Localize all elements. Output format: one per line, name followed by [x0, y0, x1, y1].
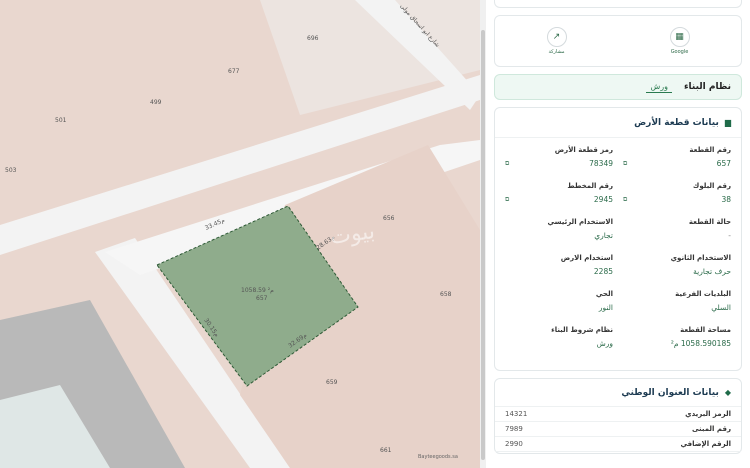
- address-card: ◆ بيانات العنوان الوطني الرمز البريدي 143…: [494, 378, 742, 454]
- field-label: البلديات الفرعية: [675, 290, 731, 298]
- field-label: نظام شروط البناء: [551, 326, 613, 334]
- field-label: رقم القطعة: [689, 146, 731, 154]
- field-value: ورش: [596, 339, 613, 348]
- field-label: الاستخدام الثانوي: [670, 254, 731, 262]
- field-value: 78349: [589, 159, 613, 168]
- land-field: نظام شروط البناء ورش: [505, 324, 613, 360]
- parcel-label: 499: [150, 99, 162, 106]
- field-value-row: 657 ⧉: [623, 156, 731, 172]
- field-value: تجاري: [594, 231, 613, 240]
- land-field: الاستخدام الرئيسي تجاري: [505, 216, 613, 252]
- field-label: مساحة القطعة: [680, 326, 731, 334]
- field-label: حالة القطعة: [688, 218, 731, 226]
- info-panel: ▦ Google ↗ مشاركة نظام البناء ورش ▆ بيان…: [486, 0, 750, 468]
- previous-card: [494, 0, 742, 8]
- field-value-row: ورش: [505, 336, 613, 352]
- parcel-label: 661: [380, 447, 392, 454]
- share-label: مشاركة: [548, 49, 565, 55]
- address-header: ◆ بيانات العنوان الوطني: [495, 379, 741, 407]
- address-row: الرقم الإضافي 2990: [495, 437, 741, 452]
- land-field: مساحة القطعة 1058.590185 م²: [623, 324, 731, 360]
- address-rows: الرمز البريدي 14321 رقم المبنى 7989 الرقم ال…: [495, 407, 741, 452]
- field-label: رمز قطعة الأرض: [554, 146, 613, 154]
- google-maps-button[interactable]: ▦ Google: [669, 27, 690, 55]
- map-view[interactable]: شارع ابو اسحاق مولى 696 677 499 501 503 …: [0, 0, 480, 468]
- field-value: 2945: [593, 195, 613, 204]
- field-value: 657: [716, 159, 731, 168]
- map-attribution: Bayteegoods.sa: [418, 454, 458, 460]
- build-system-title: نظام البناء: [683, 82, 731, 92]
- parcel-label: 659: [326, 379, 338, 386]
- field-value: النور: [598, 303, 613, 312]
- land-field: رقم البلوك 38 ⧉: [623, 180, 731, 216]
- share-icon: ↗: [546, 27, 567, 47]
- parcel-label: 677: [228, 68, 240, 75]
- build-system-value[interactable]: ورش: [646, 82, 672, 93]
- parcel-label: 658: [440, 291, 452, 298]
- parcel-label: 503: [5, 167, 17, 174]
- copy-icon[interactable]: ⧉: [623, 192, 627, 208]
- field-label: استخدام الارض: [560, 254, 613, 262]
- scrollbar-thumb[interactable]: [481, 30, 485, 460]
- copy-icon[interactable]: ⧉: [505, 192, 509, 208]
- address-label: الرمز البريدي: [685, 410, 731, 418]
- field-value-row: 1058.590185 م²: [623, 336, 731, 352]
- map-canvas[interactable]: شارع ابو اسحاق مولى 696 677 499 501 503 …: [0, 0, 480, 468]
- address-value: 2990: [505, 440, 523, 448]
- field-value-row: تجاري: [505, 228, 613, 244]
- field-label: الحي: [595, 290, 613, 298]
- parcel-label: 696: [307, 35, 319, 42]
- parcel-id-label: 657: [256, 295, 268, 302]
- field-label: الاستخدام الرئيسي: [547, 218, 613, 226]
- land-data-grid: رقم القطعة 657 ⧉ رمز قطعة الأرض 78349 ⧉ رقم ال…: [495, 138, 741, 360]
- field-value: 38: [721, 195, 731, 204]
- address-label: رقم المبنى: [691, 425, 731, 433]
- land-field: رمز قطعة الأرض 78349 ⧉: [505, 144, 613, 180]
- land-field: استخدام الارض 2285: [505, 252, 613, 288]
- field-value: السلي: [711, 303, 731, 312]
- land-data-title: بيانات قطعة الأرض: [634, 117, 719, 128]
- field-value: حرف تجارية: [693, 267, 731, 276]
- tag-icon: ◆: [724, 388, 731, 397]
- parcel-label: 501: [55, 117, 67, 124]
- build-system-card: نظام البناء ورش: [494, 74, 742, 100]
- land-field: الحي النور: [505, 288, 613, 324]
- field-value: 1058.590185 م²: [670, 339, 731, 348]
- land-field: رقم القطعة 657 ⧉: [623, 144, 731, 180]
- field-label: رقم المخطط: [567, 182, 613, 190]
- land-field: الاستخدام الثانوي حرف تجارية: [623, 252, 731, 288]
- field-value-row: 78349 ⧉: [505, 156, 613, 172]
- share-button[interactable]: ↗ مشاركة: [546, 27, 567, 55]
- field-value-row: -: [623, 228, 731, 244]
- copy-icon[interactable]: ⧉: [505, 156, 509, 172]
- copy-icon[interactable]: ⧉: [623, 156, 627, 172]
- land-data-card: ▆ بيانات قطعة الأرض رقم القطعة 657 ⧉ رمز قط…: [494, 107, 742, 371]
- field-value: 2285: [593, 267, 613, 276]
- field-value-row: النور: [505, 300, 613, 316]
- map-icon: ▆: [724, 118, 731, 127]
- address-value: 14321: [505, 410, 528, 418]
- address-title: بيانات العنوان الوطني: [621, 387, 719, 398]
- address-value: 7989: [505, 425, 523, 433]
- land-field: رقم المخطط 2945 ⧉: [505, 180, 613, 216]
- field-value-row: السلي: [623, 300, 731, 316]
- parcel-area-label: 1058.59 م²: [241, 287, 274, 294]
- address-row: رقم المبنى 7989: [495, 422, 741, 437]
- google-maps-label: Google: [670, 49, 689, 55]
- field-value-row: 2945 ⧉: [505, 192, 613, 208]
- field-label: رقم البلوك: [692, 182, 731, 190]
- address-label: الرقم الإضافي: [680, 440, 731, 448]
- land-data-header: ▆ بيانات قطعة الأرض: [495, 108, 741, 138]
- field-value-row: 2285: [505, 264, 613, 280]
- actions-card: ▦ Google ↗ مشاركة: [494, 15, 742, 67]
- field-value-row: 38 ⧉: [623, 192, 731, 208]
- land-field: البلديات الفرعية السلي: [623, 288, 731, 324]
- app-root: شارع ابو اسحاق مولى 696 677 499 501 503 …: [0, 0, 750, 468]
- field-value-row: حرف تجارية: [623, 264, 731, 280]
- parcel-label: 656: [383, 215, 395, 222]
- map-icon: ▦: [669, 27, 690, 47]
- field-value: -: [728, 231, 731, 240]
- address-row: الرمز البريدي 14321: [495, 407, 741, 422]
- land-field: حالة القطعة -: [623, 216, 731, 252]
